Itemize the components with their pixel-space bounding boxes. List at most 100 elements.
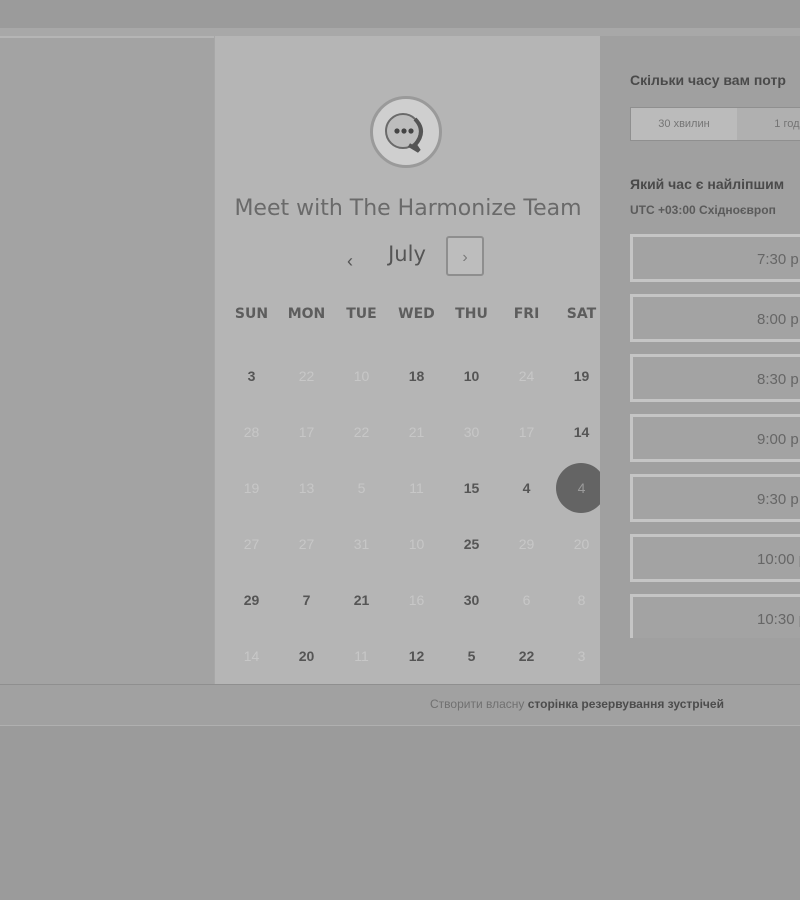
- weekday-mon: MON: [287, 306, 326, 322]
- calendar-day-number: 5: [357, 480, 366, 496]
- duration-selector: 30 хвилин 1 годи: [630, 107, 800, 141]
- calendar-day[interactable]: 30: [444, 572, 499, 628]
- time-slot-list: 7:30 p 8:00 p 8:30 p 9:00 p 9:30 p 10:00 p 10:…: [630, 234, 800, 638]
- calendar-day-number: 24: [518, 368, 535, 384]
- calendar-grid: 3 22 10 18 10 24 19 28 17 22 21 30 17 14 19 13 5 11 15 4 4 27…: [224, 348, 609, 684]
- time-slot-button[interactable]: 8:30 p: [630, 354, 800, 402]
- footer-text: Створити власну сторінка резервування зу…: [430, 697, 724, 711]
- calendar-day-number: 18: [408, 368, 425, 384]
- time-slot-label: 10:00 p: [757, 551, 800, 568]
- calendar-day-number: 29: [518, 536, 535, 552]
- calendar-day-number: 10: [353, 368, 370, 384]
- calendar-week: 14 20 11 12 5 22 3: [224, 628, 609, 684]
- calendar-day-number: 22: [353, 424, 370, 440]
- time-slot-button[interactable]: 10:30 p: [630, 594, 800, 638]
- calendar-day: 17: [279, 404, 334, 460]
- calendar-day-number: 7: [302, 592, 311, 608]
- time-slot-label: 9:00 p: [757, 431, 799, 448]
- calendar-day-number: 20: [298, 648, 315, 664]
- calendar-day-number: 31: [353, 536, 370, 552]
- calendar-day-number: 21: [408, 424, 425, 440]
- calendar-week: 29 7 21 16 30 6 8: [224, 572, 609, 628]
- calendar-day: 29: [499, 516, 554, 572]
- time-slot-button[interactable]: 8:00 p: [630, 294, 800, 342]
- previous-month-button[interactable]: ‹: [333, 244, 367, 278]
- calendar-day: 27: [279, 516, 334, 572]
- weekday-tue: TUE: [346, 306, 377, 322]
- calendar-day: 22: [334, 404, 389, 460]
- calendar-day: 10: [334, 348, 389, 404]
- calendar-day-number: 20: [573, 536, 590, 552]
- calendar-day-number: 17: [298, 424, 315, 440]
- calendar-day[interactable]: 3: [224, 348, 279, 404]
- chevron-right-icon: ›: [462, 249, 468, 266]
- time-slot-button[interactable]: 7:30 p: [630, 234, 800, 282]
- month-label: July: [388, 242, 426, 266]
- calendar-day: 10: [389, 516, 444, 572]
- create-booking-page-link[interactable]: сторінка резервування зустрічей: [528, 697, 724, 711]
- calendar-day-number: 3: [247, 368, 256, 384]
- calendar-week: 3 22 10 18 10 24 19: [224, 348, 609, 404]
- weekday-wed: WED: [398, 306, 435, 322]
- calendar-day-number: 14: [243, 648, 260, 664]
- chevron-left-icon: ‹: [347, 251, 353, 271]
- time-slot-button[interactable]: 10:00 p: [630, 534, 800, 582]
- calendar-day[interactable]: 7: [279, 572, 334, 628]
- page-title: Meet with The Harmonize Team: [234, 196, 582, 221]
- calendar-day-number: 5: [467, 648, 476, 664]
- calendar-day: 6: [499, 572, 554, 628]
- calendar-day-number: 30: [463, 424, 480, 440]
- calendar-day: 16: [389, 572, 444, 628]
- calendar-day-number: 22: [298, 368, 315, 384]
- calendar-day: 11: [334, 628, 389, 684]
- calendar-week: 27 27 31 10 25 29 20: [224, 516, 609, 572]
- duration-option-1-hour[interactable]: 1 годи: [737, 108, 800, 140]
- calendar-day-number: 4: [522, 480, 531, 496]
- calendar-day-number: 16: [408, 592, 425, 608]
- time-selection-panel: Скільки часу вам потр 30 хвилин 1 годи Я…: [600, 36, 800, 684]
- calendar-day[interactable]: 5: [444, 628, 499, 684]
- calendar-day-number: 12: [408, 648, 425, 664]
- calendar-day: 13: [279, 460, 334, 516]
- calendar-day[interactable]: 22: [499, 628, 554, 684]
- calendar-day: 5: [334, 460, 389, 516]
- calendar-day: 30: [444, 404, 499, 460]
- calendar-day-number: 17: [518, 424, 535, 440]
- duration-option-30-min[interactable]: 30 хвилин: [631, 108, 737, 140]
- calendar-day-number: 11: [354, 648, 369, 664]
- time-slot-button[interactable]: 9:30 p: [630, 474, 800, 522]
- calendar-day[interactable]: 4: [499, 460, 554, 516]
- calendar-day-number: 19: [573, 368, 590, 384]
- calendar-day[interactable]: 10: [444, 348, 499, 404]
- weekday-sun: SUN: [234, 306, 269, 322]
- left-background: [0, 36, 214, 686]
- calendar-day[interactable]: 29: [224, 572, 279, 628]
- calendar-day-number: 3: [577, 648, 586, 664]
- weekday-header: SUN MON TUE WED THU FRI SAT: [215, 306, 610, 322]
- calendar-day: 21: [389, 404, 444, 460]
- calendar-day[interactable]: 25: [444, 516, 499, 572]
- calendar-day: 31: [334, 516, 389, 572]
- weekday-fri: FRI: [513, 306, 540, 322]
- calendar-day: 24: [499, 348, 554, 404]
- time-slot-button[interactable]: 9:00 p: [630, 414, 800, 462]
- calendar-day-number: 10: [408, 536, 425, 552]
- timezone-label[interactable]: UTC +03:00 Східноєвроп: [630, 203, 800, 217]
- calendar-day: 17: [499, 404, 554, 460]
- calendar-day-number: 25: [463, 536, 480, 552]
- calendar-day-number: 30: [463, 592, 480, 608]
- calendar-week: 28 17 22 21 30 17 14: [224, 404, 609, 460]
- calendar-day: 19: [224, 460, 279, 516]
- calendar-day-number: 15: [463, 480, 480, 496]
- calendar-day[interactable]: 12: [389, 628, 444, 684]
- calendar-day[interactable]: 15: [444, 460, 499, 516]
- calendar-day: 28: [224, 404, 279, 460]
- calendar-day[interactable]: 21: [334, 572, 389, 628]
- calendar-day-number: 28: [243, 424, 260, 440]
- calendar-day[interactable]: 18: [389, 348, 444, 404]
- calendar-day-number: 6: [522, 592, 531, 608]
- next-month-button[interactable]: ›: [446, 236, 484, 276]
- month-navigation: ‹ July ›: [215, 236, 601, 280]
- team-avatar-icon: [370, 96, 442, 168]
- calendar-day[interactable]: 20: [279, 628, 334, 684]
